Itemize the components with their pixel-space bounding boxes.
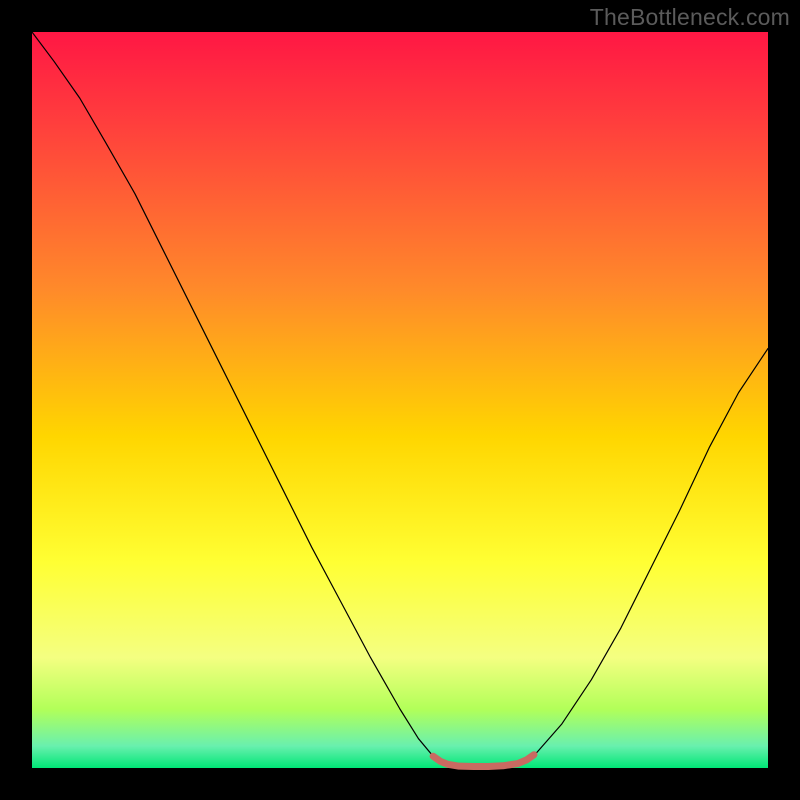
- watermark-text: TheBottleneck.com: [590, 4, 790, 31]
- chart-background: [32, 32, 768, 768]
- bottleneck-chart: [0, 0, 800, 800]
- chart-frame: TheBottleneck.com: [0, 0, 800, 800]
